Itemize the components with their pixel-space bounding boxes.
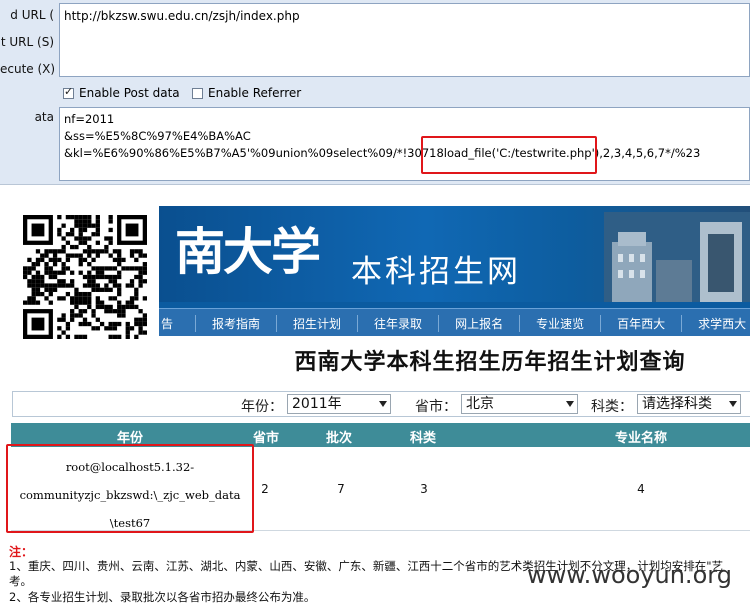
qr-code-icon bbox=[22, 215, 148, 339]
url-textarea[interactable]: http://bkzsw.swu.edu.cn/zsjh/index.php bbox=[59, 3, 750, 77]
note-line-2: 考。 bbox=[9, 574, 32, 588]
enable-referrer-label: Enable Referrer bbox=[208, 86, 302, 100]
cell-province: 2 bbox=[261, 482, 269, 496]
nav-item-study[interactable]: 求学西大 bbox=[681, 314, 750, 332]
load-url-button[interactable]: d URL ( bbox=[0, 8, 58, 22]
year-select-value: 2011年 bbox=[292, 396, 342, 412]
main-nav: 告 报考指南 招生计划 往年录取 网上报名 专业速览 百年西大 求学西大 bbox=[159, 308, 750, 336]
post-line-3c: ,2,3,4,5,6,7*/%23 bbox=[599, 146, 701, 160]
note-line-3: 2、各专业招生计划、录取批次以各省市招办最终公布为准。 bbox=[9, 590, 316, 604]
checkbox-checked-icon bbox=[63, 85, 74, 99]
post-line-3: &kl=%E6%90%86%E5%B7%A5'%09union%09select… bbox=[64, 145, 745, 162]
building-photo-icon bbox=[604, 212, 750, 302]
province-select-value: 北京 bbox=[466, 396, 494, 412]
site-banner: 南大学 本科招生网 告 报考指南 招生计划 往年录取 网上报名 专业速览 百年西… bbox=[159, 206, 750, 336]
nav-item-plan[interactable]: 招生计划 bbox=[276, 314, 357, 332]
post-data-textarea[interactable]: nf=2011 &ss=%E5%8C%97%E4%BA%AC &kl=%E6%9… bbox=[59, 107, 750, 181]
post-line-2: &ss=%E5%8C%97%E4%BA%AC bbox=[64, 129, 251, 143]
col-batch: 批次 bbox=[325, 431, 352, 446]
category-select[interactable]: 请选择科类 bbox=[637, 394, 741, 414]
province-label: 省市： bbox=[415, 399, 457, 415]
cell-batch: 7 bbox=[337, 482, 345, 496]
checkbox-unchecked-icon bbox=[192, 87, 203, 99]
split-url-button[interactable]: t URL (S) bbox=[0, 35, 58, 49]
nav-item-majors[interactable]: 专业速览 bbox=[519, 314, 600, 332]
chevron-down-icon bbox=[566, 401, 574, 407]
execute-button[interactable]: ecute (X) bbox=[0, 62, 58, 76]
hackbar-panel: d URL ( t URL (S) ecute (X) ata http://b… bbox=[0, 0, 750, 185]
url-text: http://bkzsw.swu.edu.cn/zsjh/index.php bbox=[64, 9, 300, 23]
page-title: 西南大学本科生招生历年招生计划查询 bbox=[294, 350, 686, 375]
nav-item-guide[interactable]: 报考指南 bbox=[195, 314, 276, 332]
category-select-value: 请选择科类 bbox=[642, 396, 712, 412]
post-line-3a: &kl=%E6%90%86%E5%B7%A5'%09union%09select… bbox=[64, 146, 444, 160]
filter-bar: 年份： 2011年 省市： 北京 科类： 请选择科类 bbox=[12, 391, 750, 417]
result-highlight-box bbox=[6, 444, 254, 533]
post-line-1: nf=2011 bbox=[64, 112, 115, 126]
payload-highlight-box bbox=[421, 136, 597, 174]
chevron-down-icon bbox=[729, 401, 737, 407]
year-select[interactable]: 2011年 bbox=[287, 394, 391, 414]
nav-item-online-apply[interactable]: 网上报名 bbox=[438, 314, 519, 332]
enable-referrer-checkbox[interactable]: Enable Referrer bbox=[192, 86, 301, 100]
post-data-label: ata bbox=[34, 110, 54, 124]
site-name: 本科招生网 bbox=[351, 254, 521, 290]
nav-item-notice[interactable]: 告 bbox=[159, 315, 195, 332]
enable-post-checkbox[interactable]: Enable Post data bbox=[63, 85, 180, 100]
col-category: 科类 bbox=[409, 431, 436, 446]
chevron-down-icon bbox=[379, 401, 387, 407]
category-label: 科类： bbox=[591, 399, 633, 415]
year-label: 年份： bbox=[241, 399, 283, 415]
cell-category: 3 bbox=[420, 482, 428, 496]
nav-item-past-admission[interactable]: 往年录取 bbox=[357, 314, 438, 332]
university-calligraphy: 南大学 bbox=[175, 222, 321, 281]
watermark: www.wooyun.org bbox=[527, 561, 732, 589]
enable-post-label: Enable Post data bbox=[79, 86, 180, 100]
cell-major: 4 bbox=[637, 482, 645, 496]
nav-item-history[interactable]: 百年西大 bbox=[600, 314, 681, 332]
col-major: 专业名称 bbox=[614, 431, 667, 446]
province-select[interactable]: 北京 bbox=[461, 394, 578, 414]
